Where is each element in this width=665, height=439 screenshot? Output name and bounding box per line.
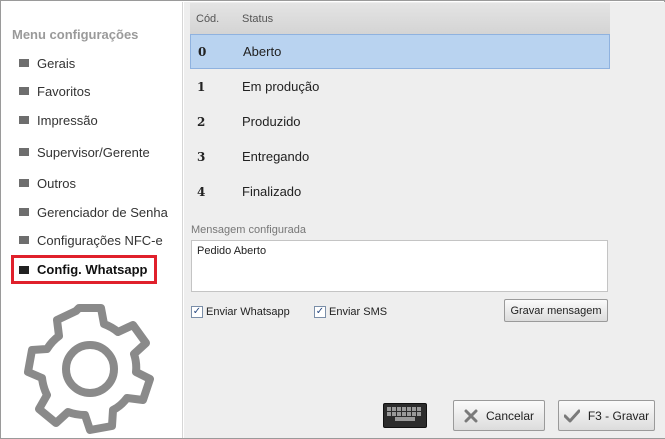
sidebar-item-label: Impressão — [37, 112, 98, 128]
table-row[interactable]: 4 Finalizado — [190, 174, 610, 209]
sidebar-item-label: Gerais — [37, 55, 76, 71]
sidebar-item-supervisor[interactable]: Supervisor/Gerente — [2, 141, 183, 163]
keyboard-keys — [387, 412, 423, 416]
save-button[interactable]: F3 - Gravar — [558, 400, 655, 431]
checkmark-icon: ✓ — [314, 306, 326, 318]
table-row[interactable]: 1 Em produção — [190, 69, 610, 104]
sidebar-item-favoritos[interactable]: Favoritos — [2, 80, 183, 102]
bullet-icon — [19, 148, 29, 156]
sidebar-item-senha[interactable]: Gerenciador de Senha — [2, 201, 183, 223]
settings-window: Menu configurações Gerais Favoritos Impr… — [0, 0, 665, 439]
keyboard-spacebar — [387, 417, 423, 421]
sidebar-item-outros[interactable]: Outros — [2, 172, 183, 194]
cell-code: 0 — [198, 44, 207, 59]
column-header-status: Status — [242, 12, 274, 25]
cell-status: Finalizado — [242, 184, 302, 199]
cell-code: 2 — [197, 114, 206, 129]
gear-icon — [22, 302, 162, 439]
sms-checkbox[interactable]: ✓ Enviar SMS — [314, 306, 387, 318]
column-header-code: Cód. — [196, 12, 220, 25]
whatsapp-checkbox[interactable]: ✓ Enviar Whatsapp — [191, 306, 290, 318]
keyboard-keys — [387, 407, 423, 411]
cell-status: Produzido — [242, 114, 301, 129]
bullet-icon — [19, 208, 29, 216]
main-panel: Cód. Status 0 Aberto 1 Em produção 2 Pro… — [184, 2, 665, 438]
table-row[interactable]: 0 Aberto — [190, 34, 610, 69]
sidebar-item-label: Outros — [37, 175, 77, 191]
cell-code: 4 — [197, 184, 206, 199]
sidebar-item-label: Favoritos — [37, 83, 91, 99]
whatsapp-checkbox-label: Enviar Whatsapp — [206, 306, 290, 318]
sidebar-item-label: Gerenciador de Senha — [37, 204, 168, 220]
sidebar-item-gerais[interactable]: Gerais — [2, 52, 183, 74]
message-label: Mensagem configurada — [191, 224, 306, 236]
bullet-icon — [19, 59, 29, 67]
sidebar: Menu configurações Gerais Favoritos Impr… — [2, 2, 183, 438]
sidebar-item-label: Configurações NFC-e — [37, 232, 163, 248]
bullet-icon — [19, 265, 29, 274]
cell-code: 1 — [197, 79, 206, 94]
sidebar-item-label: Supervisor/Gerente — [37, 144, 150, 160]
bullet-icon — [19, 236, 29, 244]
sidebar-item-nfce[interactable]: Configurações NFC-e — [2, 229, 183, 251]
checkmark-icon — [563, 409, 580, 423]
keyboard-icon[interactable] — [383, 403, 427, 428]
table-row[interactable]: 3 Entregando — [190, 139, 610, 174]
sidebar-item-label: Config. Whatsapp — [37, 262, 148, 277]
bullet-icon — [19, 116, 29, 124]
checkmark-icon: ✓ — [191, 306, 203, 318]
status-table: Cód. Status 0 Aberto 1 Em produção 2 Pro… — [190, 3, 610, 209]
bullet-icon — [19, 179, 29, 187]
sidebar-title: Menu configurações — [12, 27, 139, 42]
sms-checkbox-label: Enviar SMS — [329, 306, 388, 318]
save-message-label: Gravar mensagem — [510, 304, 602, 317]
message-textarea[interactable]: Pedido Aberto — [191, 240, 608, 292]
sidebar-item-whatsapp[interactable]: Config. Whatsapp — [11, 255, 157, 284]
save-message-button[interactable]: Gravar mensagem — [504, 299, 608, 322]
cell-status: Entregando — [242, 149, 310, 164]
cell-status: Aberto — [243, 44, 282, 59]
cell-status: Em produção — [242, 79, 320, 94]
bullet-icon — [19, 87, 29, 95]
close-icon — [464, 409, 478, 423]
table-header: Cód. Status — [190, 3, 610, 34]
save-label: F3 - Gravar — [587, 408, 650, 423]
cell-code: 3 — [197, 149, 206, 164]
cancel-button[interactable]: Cancelar — [453, 400, 545, 431]
table-row[interactable]: 2 Produzido — [190, 104, 610, 139]
cancel-label: Cancelar — [485, 408, 535, 423]
sidebar-item-impressao[interactable]: Impressão — [2, 109, 183, 131]
